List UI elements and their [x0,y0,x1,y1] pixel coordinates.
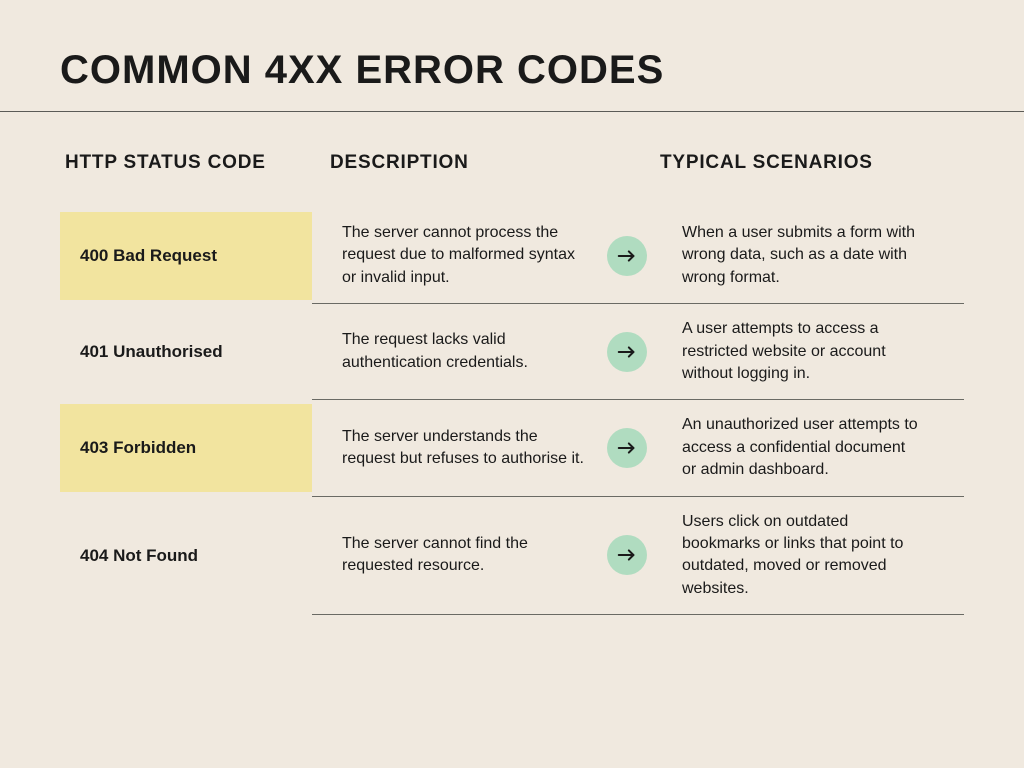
row-details: The server cannot find the requested res… [312,497,964,616]
scenario-cell: An unauthorized user attempts to access … [662,414,922,481]
table-row: 400 Bad Request The server cannot process… [60,208,964,304]
arrow-cell [592,236,662,276]
table-row: 401 Unauthorised The request lacks valid … [60,304,964,400]
arrow-right-icon [607,332,647,372]
description-cell: The server cannot find the requested res… [342,533,592,578]
arrow-right-icon [607,535,647,575]
row-details: The server understands the request but r… [312,400,964,496]
header-description: DESCRIPTION [330,152,469,173]
header-code: HTTP STATUS CODE [65,152,266,173]
page-title: COMMON 4XX ERROR CODES [0,0,1024,111]
status-code-cell: 403 Forbidden [60,404,312,492]
row-details: The server cannot process the request du… [312,208,964,304]
arrow-cell [592,535,662,575]
arrow-cell [592,428,662,468]
description-cell: The server understands the request but r… [342,426,592,471]
error-codes-table: HTTP STATUS CODE DESCRIPTION TYPICAL SCE… [0,112,1024,615]
arrow-right-icon [607,236,647,276]
scenario-cell: When a user submits a form with wrong da… [662,222,922,289]
status-code-cell: 404 Not Found [60,512,312,600]
row-details: The request lacks valid authentication c… [312,304,964,400]
table-header-row: HTTP STATUS CODE DESCRIPTION TYPICAL SCE… [60,152,964,174]
table-row: 404 Not Found The server cannot find the … [60,497,964,616]
table-row: 403 Forbidden The server understands the … [60,400,964,496]
status-code-cell: 400 Bad Request [60,212,312,300]
scenario-cell: A user attempts to access a restricted w… [662,318,922,385]
description-cell: The request lacks valid authentication c… [342,329,592,374]
arrow-cell [592,332,662,372]
description-cell: The server cannot process the request du… [342,222,592,289]
scenario-cell: Users click on outdated bookmarks or lin… [662,511,922,601]
arrow-right-icon [607,428,647,468]
header-scenarios: TYPICAL SCENARIOS [660,152,873,173]
status-code-cell: 401 Unauthorised [60,308,312,396]
